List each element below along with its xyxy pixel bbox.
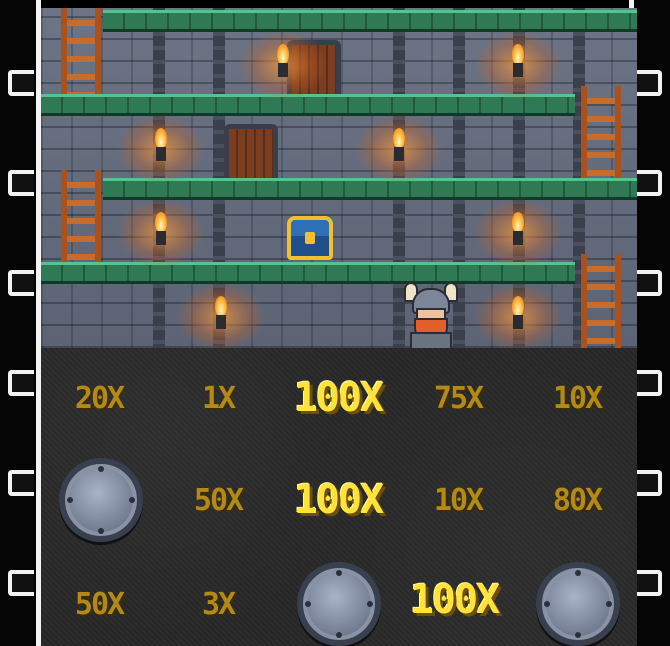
frame-notch	[8, 70, 34, 96]
shield-icon[interactable]	[536, 562, 620, 646]
frame-notch	[636, 170, 662, 196]
frame-notch	[8, 170, 34, 196]
shield-icon[interactable]	[59, 458, 143, 542]
ladder-icon	[61, 170, 101, 262]
frame-notch	[636, 370, 662, 396]
multiplier-cell[interactable]: 50X	[170, 470, 266, 530]
multiplier-cell[interactable]: 3X	[170, 574, 266, 634]
multiplier-cell[interactable]: 80X	[529, 470, 625, 530]
multiplier-cell[interactable]: 20X	[51, 368, 147, 428]
torch-icon	[354, 114, 444, 184]
frame-notch	[8, 270, 34, 296]
torch-icon	[116, 198, 206, 268]
right-frame	[632, 0, 670, 646]
multiplier-cell-highlight[interactable]: 100X	[290, 368, 386, 428]
treasure-chest-icon	[287, 216, 333, 260]
frame-notch	[636, 270, 662, 296]
torch-icon	[473, 198, 563, 268]
stone-ledge	[103, 10, 637, 32]
torch-icon	[116, 114, 206, 184]
multiplier-cell[interactable]: 10X	[410, 470, 506, 530]
viking-character-icon	[404, 282, 458, 348]
frame-notch	[636, 70, 662, 96]
multiplier-cell[interactable]: 50X	[51, 574, 147, 634]
shield-icon[interactable]	[297, 562, 381, 646]
frame-notch	[8, 470, 34, 496]
ladder-icon	[61, 8, 101, 94]
ladder-icon	[581, 86, 621, 178]
frame-notch	[636, 570, 662, 596]
torch-icon	[176, 282, 266, 348]
frame-notch	[636, 470, 662, 496]
multiplier-cell-highlight[interactable]: 100X	[406, 570, 502, 630]
multiplier-cell[interactable]: 75X	[410, 368, 506, 428]
torch-icon	[473, 30, 563, 100]
multiplier-board: 20X 1X 100X 75X 10X 50X 100X 10X 80X 50X…	[41, 348, 637, 646]
door-icon	[224, 124, 278, 178]
multiplier-cell[interactable]: 1X	[170, 368, 266, 428]
multiplier-cell[interactable]: 10X	[529, 368, 625, 428]
frame-notch	[8, 370, 34, 396]
castle-scene	[41, 8, 637, 348]
left-frame	[0, 0, 38, 646]
ladder-icon	[581, 254, 621, 348]
multiplier-cell-highlight[interactable]: 100X	[290, 470, 386, 530]
armor	[410, 332, 452, 348]
frame-notch	[8, 570, 34, 596]
torch-icon	[473, 282, 563, 348]
torch-icon	[238, 30, 328, 100]
